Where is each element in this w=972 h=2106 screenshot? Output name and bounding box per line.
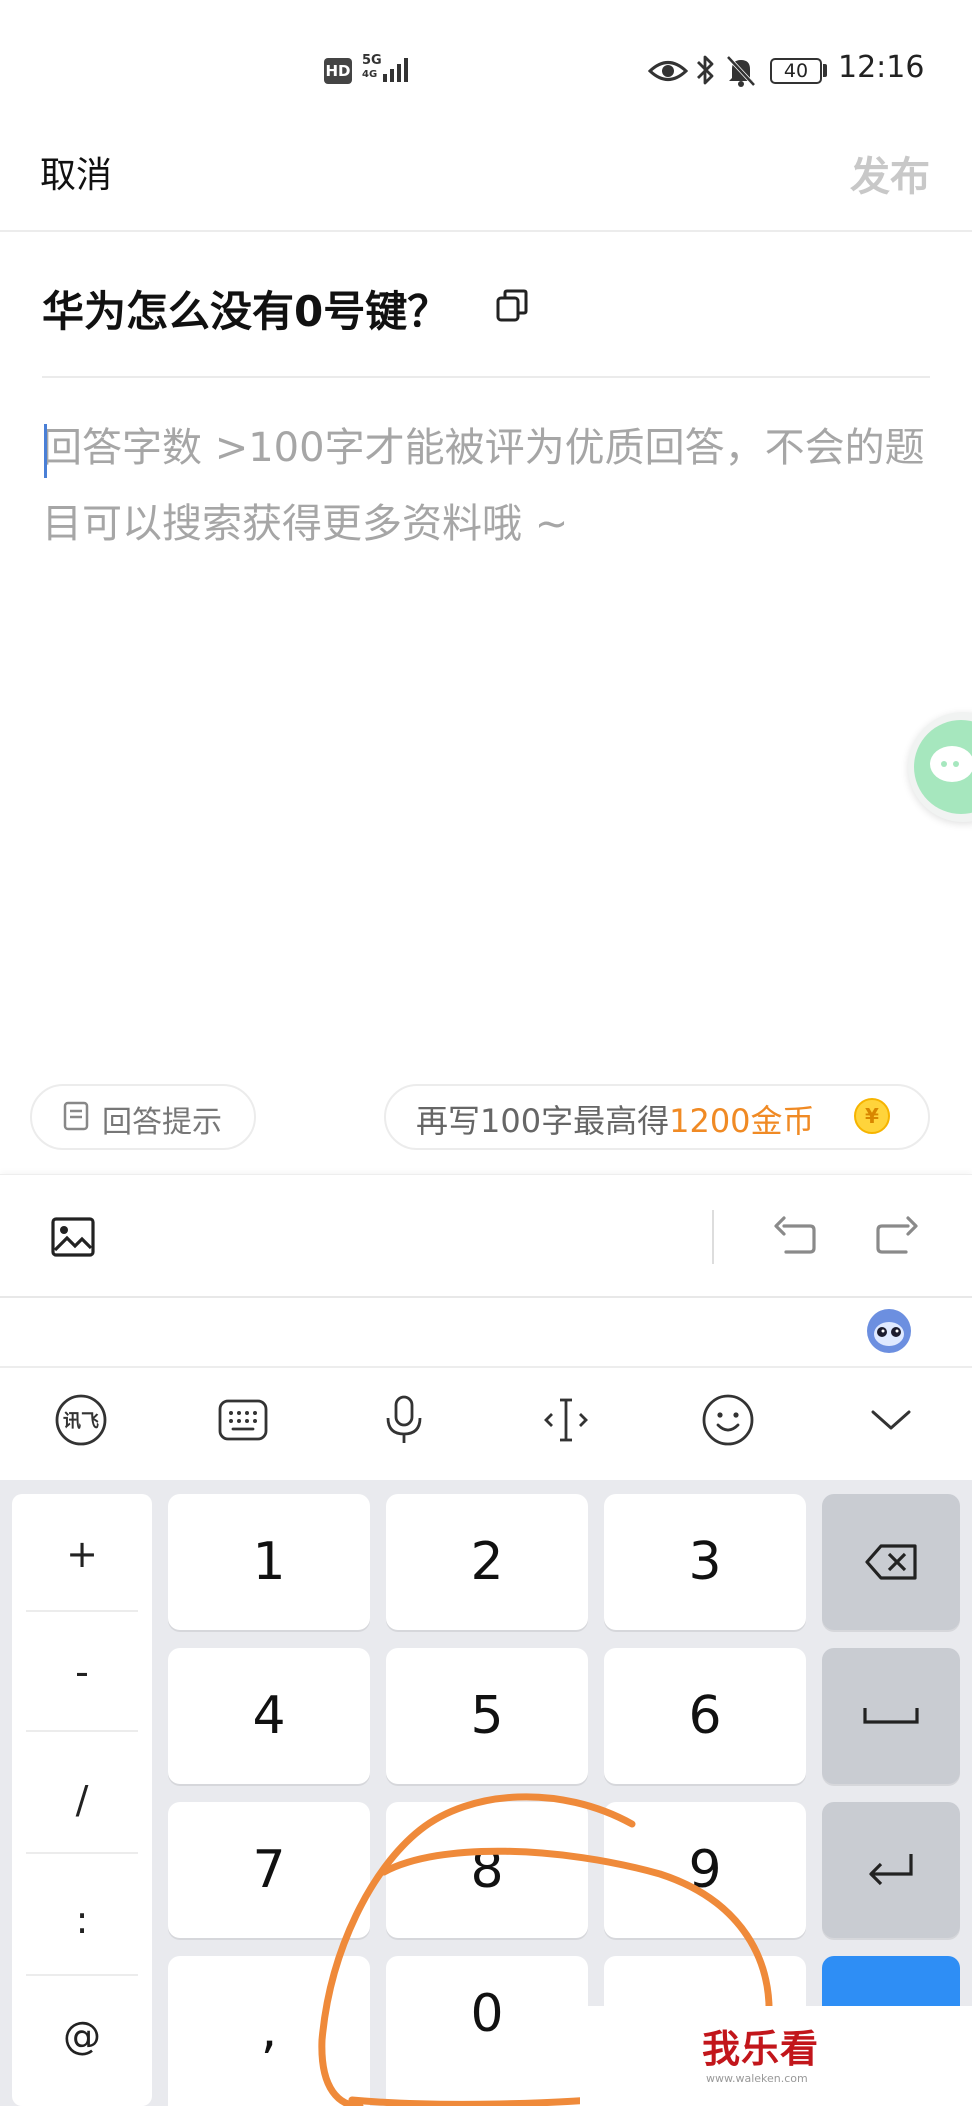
symbol-key-colon[interactable]: : <box>12 1860 152 1980</box>
bell-muted-icon <box>726 55 756 87</box>
document-icon <box>63 1101 89 1131</box>
enter-key[interactable] <box>822 1802 960 1938</box>
network-type: 5G 4G <box>362 54 382 82</box>
symbol-key-plus[interactable]: + <box>12 1494 152 1614</box>
key-5[interactable]: 5 <box>386 1648 588 1784</box>
key-6[interactable]: 6 <box>604 1648 806 1784</box>
network-type-bottom: 4G <box>362 69 378 80</box>
reward-prefix: 再写100字最高得 <box>416 1102 670 1140</box>
undo-icon[interactable] <box>770 1212 818 1260</box>
toolbar-divider <box>712 1210 714 1264</box>
key-4[interactable]: 4 <box>168 1648 370 1784</box>
hd-badge: HD <box>324 58 352 84</box>
backspace-icon <box>865 1544 917 1580</box>
ime-logo-icon[interactable]: 讯飞 <box>53 1392 109 1448</box>
battery-indicator: 40 <box>770 58 822 84</box>
symbol-separator <box>26 1852 138 1854</box>
key-7[interactable]: 7 <box>168 1802 370 1938</box>
text-caret <box>44 424 47 478</box>
answer-input[interactable]: 回答字数 >100字才能被评为优质回答，不会的题目可以搜索获得更多资料哦 ~ <box>42 410 954 562</box>
eye-comfort-icon <box>648 61 688 81</box>
emoji-icon[interactable] <box>700 1392 756 1448</box>
key-0[interactable]: 0 <box>386 1956 588 2106</box>
image-icon[interactable] <box>50 1216 96 1258</box>
key-2[interactable]: 2 <box>386 1494 588 1630</box>
question-divider <box>42 376 930 378</box>
clock: 12:16 <box>838 50 925 85</box>
key-1[interactable]: 1 <box>168 1494 370 1630</box>
symbol-key-slash[interactable]: / <box>12 1740 152 1860</box>
space-icon <box>863 1708 919 1724</box>
answer-tips-label: 回答提示 <box>102 1105 222 1140</box>
watermark-logo: 我乐看 <box>702 2027 820 2071</box>
symbol-key-at[interactable]: @ <box>12 1976 152 2096</box>
cancel-button[interactable]: 取消 <box>40 146 112 198</box>
signal-icon <box>383 58 408 82</box>
editor-toolbar <box>0 1174 972 1297</box>
svg-text:讯飞: 讯飞 <box>63 1411 99 1432</box>
chat-dots-icon <box>930 746 972 782</box>
keyboard-mascot-icon[interactable] <box>864 1306 914 1356</box>
keyboard-layout-icon[interactable] <box>215 1392 271 1448</box>
redo-icon[interactable] <box>874 1212 922 1260</box>
bluetooth-icon <box>697 55 714 85</box>
reward-text: 再写100字最高得1200金币 <box>416 1096 815 1142</box>
symbol-key-minus[interactable]: - <box>12 1612 152 1732</box>
backspace-key[interactable] <box>822 1494 960 1630</box>
key-comma[interactable]: , <box>168 1956 370 2106</box>
cursor-move-icon[interactable] <box>538 1392 594 1448</box>
question-title: 华为怎么没有0号键？ <box>42 287 450 336</box>
key-8[interactable]: 8 <box>386 1802 588 1938</box>
network-type-top: 5G <box>362 53 382 68</box>
header-divider <box>0 230 972 232</box>
copy-icon[interactable] <box>494 288 530 324</box>
key-9[interactable]: 9 <box>604 1802 806 1938</box>
battery-tip <box>823 64 827 77</box>
space-key[interactable] <box>822 1648 960 1784</box>
watermark-url: www.waleken.com <box>706 2072 808 2085</box>
enter-icon <box>869 1854 913 1886</box>
symbol-separator <box>26 1730 138 1732</box>
key-3[interactable]: 3 <box>604 1494 806 1630</box>
keyboard-suggestion-bar <box>0 1296 972 1368</box>
publish-button[interactable]: 发布 <box>850 144 930 202</box>
reward-highlight: 1200金币 <box>669 1102 815 1140</box>
chevron-down-icon[interactable] <box>863 1392 919 1448</box>
microphone-icon[interactable] <box>376 1392 432 1448</box>
keyboard-function-row <box>0 1366 972 1482</box>
coin-icon: ¥ <box>854 1098 890 1134</box>
